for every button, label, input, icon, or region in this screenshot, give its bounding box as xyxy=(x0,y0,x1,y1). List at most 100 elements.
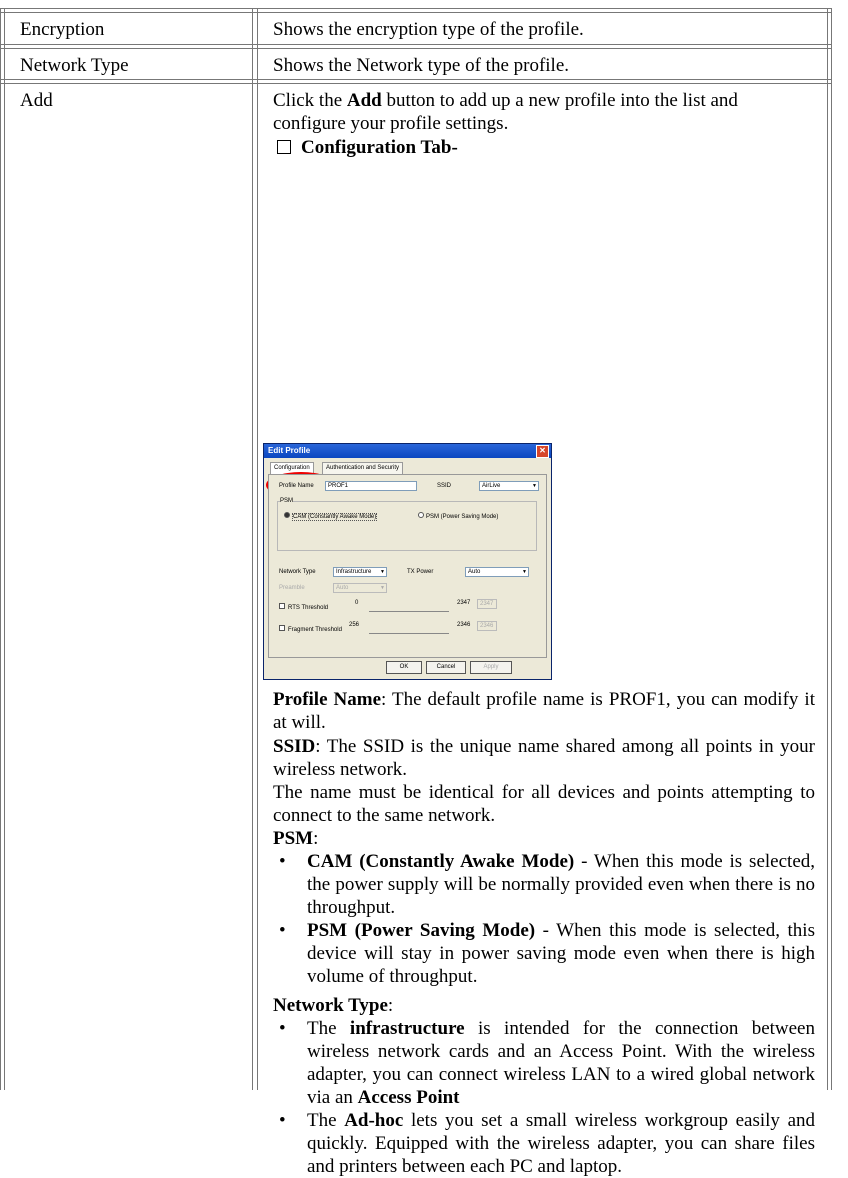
fragment-max: 2346 xyxy=(457,622,471,628)
name-para: The name must be identical for all devic… xyxy=(273,782,815,826)
radio-selected-icon xyxy=(284,512,290,518)
nt-item-text: The xyxy=(307,1110,345,1131)
ok-button[interactable]: OK xyxy=(386,661,422,674)
row-divider xyxy=(0,44,832,45)
tx-power-value: Auto xyxy=(468,569,481,575)
rts-slider[interactable] xyxy=(369,611,449,612)
table-border-top-inner xyxy=(0,12,832,13)
radio-psm-label: PSM (Power Saving Mode) xyxy=(426,514,499,520)
rts-max: 2347 xyxy=(457,600,471,606)
add-description: Click the Add button to add up a new pro… xyxy=(273,89,815,159)
nt-item-term: Access Point xyxy=(357,1087,460,1108)
table-border-right-inner xyxy=(827,8,828,1090)
radio-psm[interactable]: PSM (Power Saving Mode) xyxy=(418,512,498,520)
row-label-add: Add xyxy=(20,90,53,111)
configuration-panel: Profile Name PROF1 SSID AirLive ▼ PSM CAM… xyxy=(268,474,547,658)
ssid-label: SSID xyxy=(437,483,452,489)
checkbox-icon xyxy=(279,603,285,609)
network-type-select[interactable]: Infrastructure ▼ xyxy=(333,567,387,577)
cancel-button[interactable]: Cancel xyxy=(426,661,466,674)
rts-threshold-checkbox[interactable]: RTS Threshold xyxy=(279,603,328,611)
fragment-min: 256 xyxy=(349,622,360,628)
nt-item-term: Ad-hoc xyxy=(344,1110,404,1131)
column-divider xyxy=(257,8,258,1090)
document-page: { "rows": [ {"label": "Encryption", "des… xyxy=(0,0,848,1177)
network-type-value: Infrastructure xyxy=(336,569,372,575)
profile-name-term: Profile Name xyxy=(273,689,382,710)
row-desc-network-type: Shows the Network type of the profile. xyxy=(273,55,570,76)
profile-name-field[interactable]: PROF1 xyxy=(325,481,417,491)
apply-button[interactable]: Apply xyxy=(470,661,512,674)
profile-name-label: Profile Name xyxy=(279,483,314,489)
chevron-down-icon: ▼ xyxy=(379,584,386,592)
row-label-network-type: Network Type xyxy=(20,55,129,76)
bullet-icon: • xyxy=(279,851,286,872)
edit-profile-dialog-screenshot: Edit Profile ✕ Configuration Authenticat… xyxy=(263,443,552,680)
network-type-label: Network Type xyxy=(279,569,316,575)
bullet-icon: • xyxy=(279,920,286,941)
fragment-threshold-label: Fragment Threshold xyxy=(288,627,342,633)
chevron-down-icon: ▼ xyxy=(531,482,538,490)
config-tab-heading-text: Configuration Tab- xyxy=(301,137,458,158)
list-item: • PSM (Power Saving Mode) - When this mod… xyxy=(273,919,815,988)
psm-group-label: PSM xyxy=(280,498,294,504)
tx-power-label: TX Power xyxy=(407,569,434,575)
nt-item-text: The xyxy=(307,1018,350,1039)
checkbox-icon xyxy=(279,625,285,631)
radio-cam[interactable]: CAM (Constantly Awake Mode) xyxy=(284,512,378,521)
preamble-value: Auto xyxy=(336,585,349,591)
tab-authentication-security[interactable]: Authentication and Security xyxy=(322,462,404,474)
network-type-colon: : xyxy=(387,995,394,1016)
row-label-encryption: Encryption xyxy=(20,19,105,40)
preamble-label: Preamble xyxy=(279,585,305,591)
bullet-icon: • xyxy=(279,1018,286,1039)
network-type-heading: Network Type: xyxy=(273,994,815,1017)
table-border-left xyxy=(0,8,1,1090)
nt-item-term: infrastructure xyxy=(349,1018,465,1039)
column-divider xyxy=(252,8,253,1090)
radio-unselected-icon xyxy=(418,512,424,518)
profile-name-para: Profile Name: The default profile name i… xyxy=(273,688,815,734)
add-intro-text: Click the xyxy=(273,90,347,111)
psm-group: PSM CAM (Constantly Awake Mode) PSM (Pow… xyxy=(277,498,537,551)
rts-value-field[interactable]: 2347 xyxy=(477,599,497,609)
list-item: • CAM (Constantly Awake Mode) - When this… xyxy=(273,850,815,919)
rts-min: 0 xyxy=(355,600,359,606)
close-icon[interactable]: ✕ xyxy=(536,445,549,458)
row-divider xyxy=(0,48,832,49)
ssid-text: : The SSID is the unique name shared amo… xyxy=(273,736,815,780)
table-border-top xyxy=(0,8,832,9)
radio-cam-label: CAM (Constantly Awake Mode) xyxy=(292,513,378,521)
dialog-title-bar: Edit Profile ✕ xyxy=(264,444,551,458)
psm-list: • CAM (Constantly Awake Mode) - When this… xyxy=(273,850,815,988)
tx-power-select[interactable]: Auto ▼ xyxy=(465,567,529,577)
add-intro-bold: Add xyxy=(346,90,382,111)
psm-heading-colon: : xyxy=(313,828,319,849)
fragment-threshold-checkbox[interactable]: Fragment Threshold xyxy=(279,625,342,633)
chevron-down-icon: ▼ xyxy=(379,568,386,576)
list-item: • The infrastructure is intended for the … xyxy=(273,1017,815,1109)
row-desc-encryption: Shows the encryption type of the profile… xyxy=(273,19,584,40)
list-item: • The Ad-hoc lets you set a small wireles… xyxy=(273,1109,815,1178)
preamble-select[interactable]: Auto ▼ xyxy=(333,583,387,593)
network-type-list: • The infrastructure is intended for the … xyxy=(273,1017,815,1178)
psm-item-term: CAM (Constantly Awake Mode) xyxy=(307,851,575,872)
chevron-down-icon: ▼ xyxy=(521,568,528,576)
ssid-value: AirLive xyxy=(482,483,501,489)
dialog-title: Edit Profile xyxy=(268,446,311,455)
row-divider xyxy=(0,83,832,84)
network-type-term: Network Type xyxy=(273,995,388,1016)
table-border-right xyxy=(831,8,832,1090)
ssid-term: SSID xyxy=(273,736,316,757)
fragment-value-field[interactable]: 2346 xyxy=(477,621,497,631)
fragment-slider[interactable] xyxy=(369,633,449,634)
add-intro: Click the Add button to add up a new pro… xyxy=(273,89,815,135)
row-divider xyxy=(0,79,832,80)
ssid-select[interactable]: AirLive ▼ xyxy=(479,481,539,491)
psm-item-term: PSM (Power Saving Mode) xyxy=(307,920,536,941)
table-border-left-inner xyxy=(4,8,5,1090)
psm-heading-term: PSM xyxy=(273,828,314,849)
add-details: Profile Name: The default profile name i… xyxy=(273,688,815,1178)
config-tab-heading: Configuration Tab- xyxy=(273,136,815,159)
psm-heading: PSM: xyxy=(273,827,815,850)
